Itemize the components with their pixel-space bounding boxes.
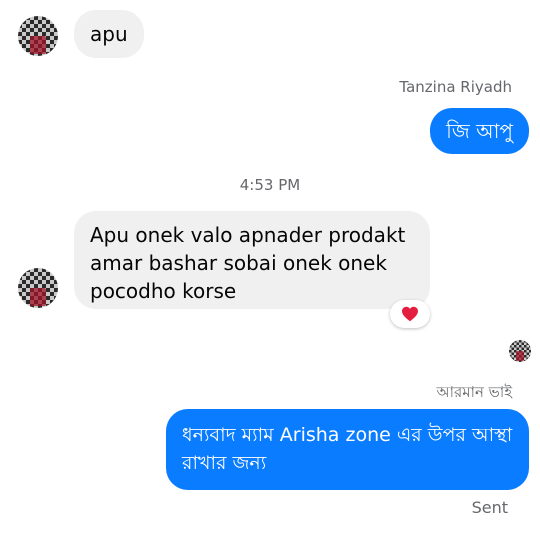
heart-icon: [402, 306, 418, 322]
message-text: ধন্যবাদ ম্যাম Arisha zone এর উপর আস্থা র…: [182, 424, 513, 474]
message-text: Apu onek valo apnader prodakt amar basha…: [90, 223, 406, 303]
contact-avatar[interactable]: [18, 16, 58, 56]
message-bubble-outgoing[interactable]: ধন্যবাদ ম্যাম Arisha zone এর উপর আস্থা র…: [166, 409, 529, 490]
sender-name-label: আরমান ভাই: [436, 383, 512, 401]
message-text: apu: [90, 22, 128, 46]
message-bubble-incoming[interactable]: Apu onek valo apnader prodakt amar basha…: [74, 211, 430, 309]
contact-avatar[interactable]: [18, 268, 58, 308]
message-text: জি আপু: [446, 119, 513, 143]
read-receipt-avatar: [509, 340, 531, 362]
message-status: Sent: [471, 498, 508, 517]
message-timestamp: 4:53 PM: [239, 176, 301, 194]
message-bubble-outgoing[interactable]: জি আপু: [430, 108, 529, 154]
message-bubble-incoming[interactable]: apu: [74, 10, 144, 58]
sender-name-label: Tanzina Riyadh: [399, 78, 512, 96]
message-reaction[interactable]: [390, 300, 430, 328]
